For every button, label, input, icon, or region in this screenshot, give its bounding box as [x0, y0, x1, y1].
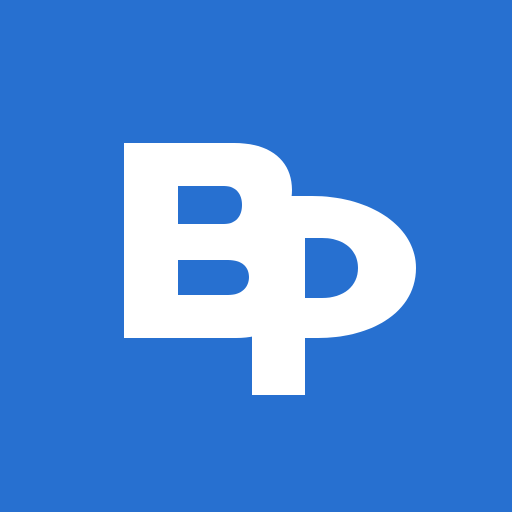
- letter-p-stem-glyph: [252, 300, 305, 395]
- bp-logo-icon: [124, 143, 416, 395]
- app-icon: [0, 0, 512, 512]
